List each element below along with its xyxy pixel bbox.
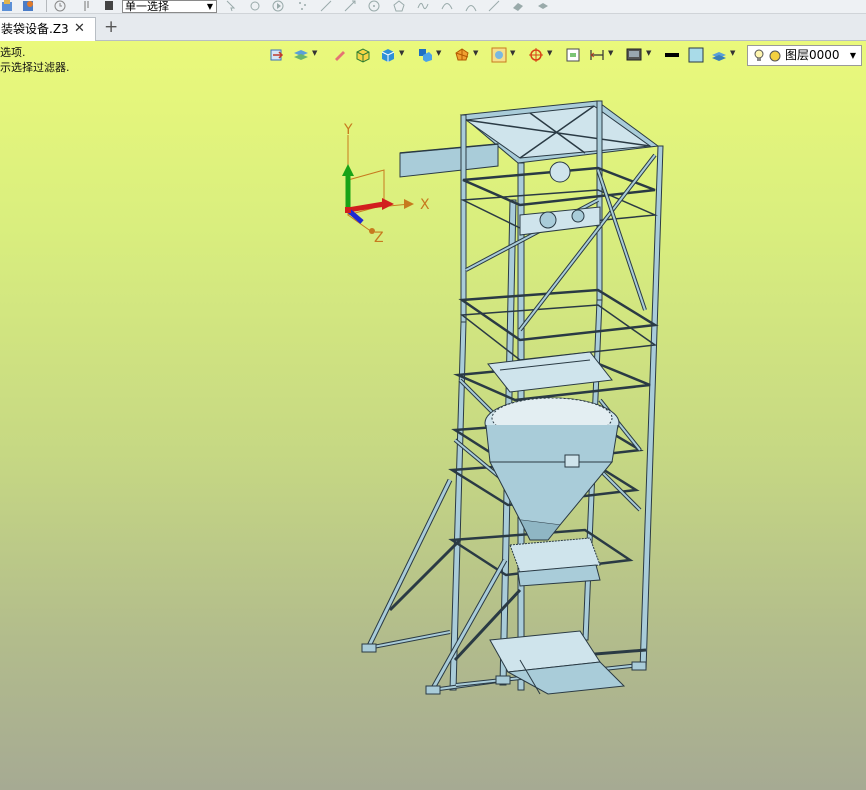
stack-icon[interactable] [537,0,549,12]
play-icon[interactable] [272,0,284,12]
polyline-icon[interactable] [344,0,356,12]
triad-z-label: Z [374,230,384,246]
tab-title: 装袋设备.Z3 [1,22,69,36]
stop-icon[interactable] [103,0,115,12]
coordinate-triad: Y X Z [342,122,430,246]
triad-x-label: X [420,197,430,213]
line-icon[interactable] [320,0,332,12]
selection-mode-value: 单一选择 [125,0,169,13]
point-grid-icon[interactable] [297,0,309,12]
open-file-icon[interactable] [1,0,13,12]
arrow-line-icon[interactable] [488,0,500,12]
separator [46,0,47,12]
pin-icon[interactable] [80,0,92,12]
polygon-icon[interactable] [393,0,405,12]
document-tab-bar: 装袋设备.Z3 ✕ + [0,14,866,41]
triad-y-label: Y [343,122,353,138]
model-canvas: Y X Z [342,100,664,695]
circle-icon[interactable] [368,0,380,12]
3d-viewport[interactable]: 选项. 示选择过滤器. ▼ ▼ ▼ ▼ ▼ ▼ ▼ ▼ ▼ 图层0000 ▼ Y… [0,41,866,790]
arc-icon[interactable] [465,0,477,12]
history-icon[interactable] [54,0,66,12]
add-tab-button[interactable]: + [104,19,118,36]
close-icon[interactable]: ✕ [74,18,85,40]
pick-cursor-icon[interactable] [225,0,237,12]
save-icon[interactable] [22,0,34,12]
bagging-equipment-model[interactable] [361,100,664,695]
tab-document[interactable]: 装袋设备.Z3 ✕ [0,17,96,41]
curve-icon[interactable] [441,0,453,12]
pick-filter-icon[interactable] [249,0,261,12]
spline-icon[interactable] [417,0,429,12]
selection-mode-dropdown[interactable]: 单一选择 ▼ [122,0,217,13]
surface-icon[interactable] [512,0,524,12]
quick-access-toolbar: 单一选择 ▼ [0,0,866,14]
chevron-down-icon: ▼ [206,2,213,11]
